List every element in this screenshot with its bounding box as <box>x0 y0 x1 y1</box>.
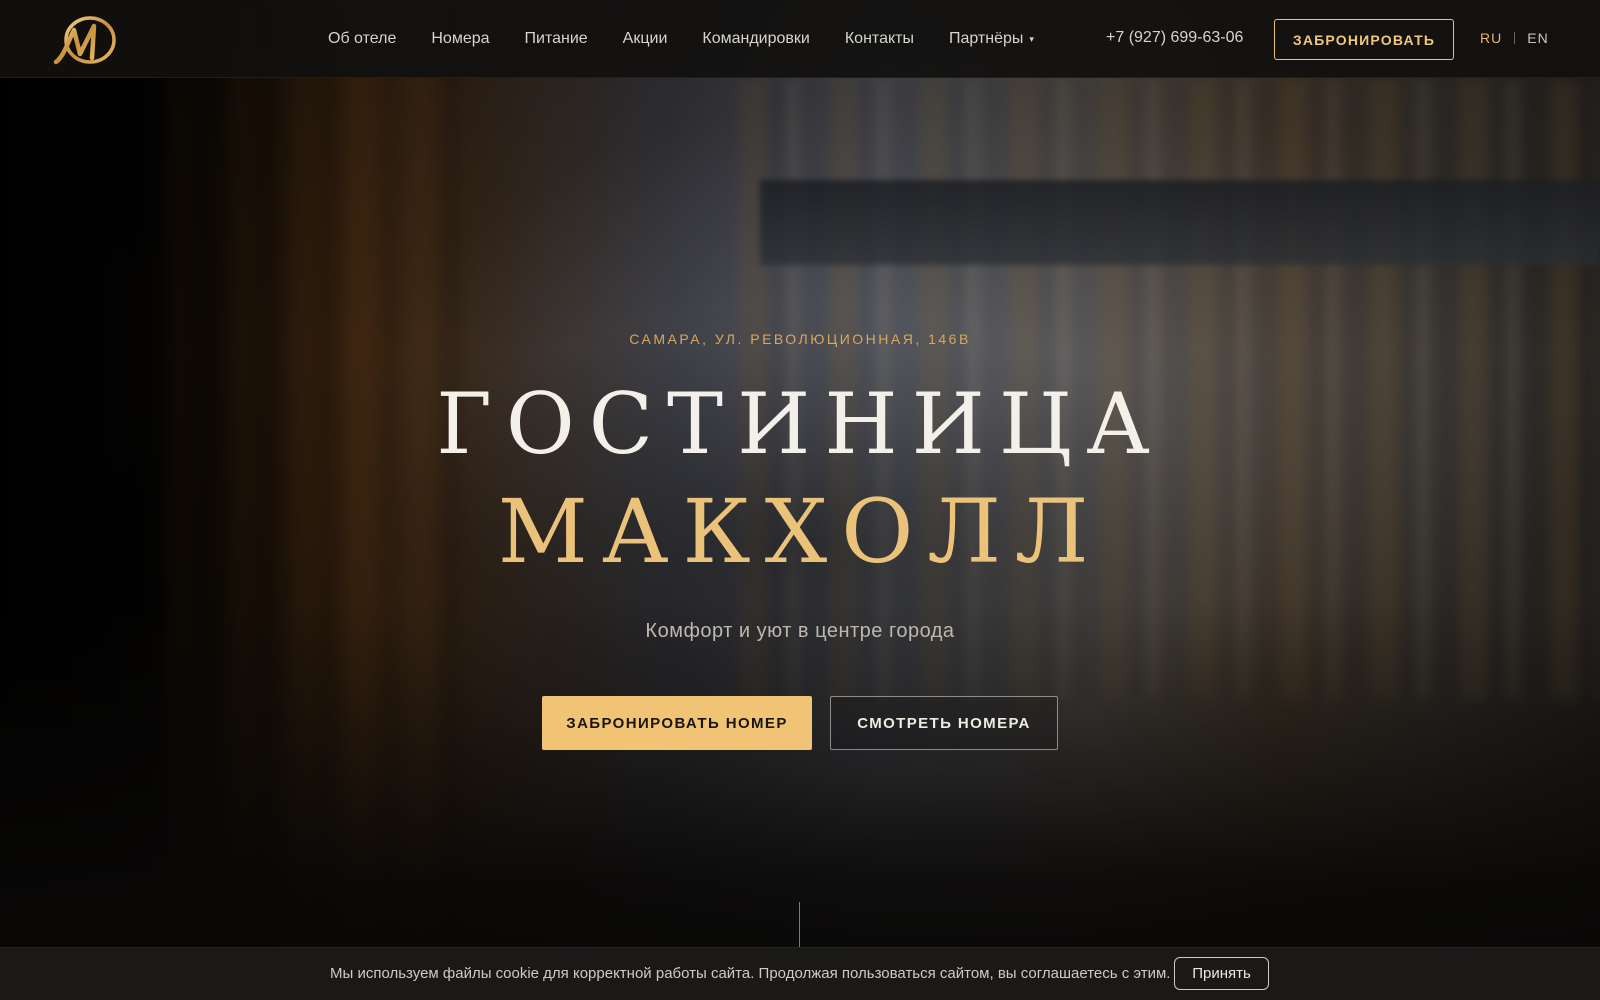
nav-label: Контакты <box>844 30 914 47</box>
lang-en-link[interactable]: EN <box>1527 30 1548 46</box>
nav-item-dining[interactable]: Питание <box>525 30 588 48</box>
hotel-monogram-logo[interactable] <box>50 12 120 68</box>
nav-label: Командировки <box>702 30 810 47</box>
chevron-down-icon: ▾ <box>1029 33 1034 44</box>
nav-label: Номера <box>431 30 490 47</box>
nav-label: Партнёры <box>948 30 1024 47</box>
nav-item-contacts[interactable]: Контакты <box>845 30 914 48</box>
hotel-address: САМАРА, УЛ. РЕВОЛЮЦИОННАЯ, 146В <box>629 331 971 347</box>
nav-label: Питание <box>524 30 588 47</box>
hero-title-line1: ГОСТИНИЦА <box>436 375 1164 473</box>
nav-label: Об отеле <box>328 30 397 47</box>
main-nav: Об отеле Номера Питание Акции Командиров… <box>328 0 1069 78</box>
nav-label: Акции <box>622 30 668 47</box>
nav-item-about[interactable]: Об отеле <box>328 30 396 48</box>
cookie-banner: Мы используем файлы cookie для корректно… <box>0 947 1600 1000</box>
cookie-accept-button[interactable]: Принять <box>1174 957 1269 990</box>
hero-tagline: Комфорт и уют в центре города <box>645 620 955 642</box>
cookie-text: Мы используем файлы cookie для корректно… <box>330 965 1171 982</box>
nav-item-offers[interactable]: Акции <box>623 30 668 48</box>
nav-item-partners[interactable]: Партнёры ▾ <box>949 30 1034 48</box>
language-switcher: RU EN <box>1480 30 1549 46</box>
nav-item-rooms[interactable]: Номера <box>431 30 489 48</box>
lang-ru-link[interactable]: RU <box>1480 30 1502 46</box>
scroll-indicator <box>799 902 800 948</box>
phone-link[interactable]: +7 (927) 699-63-06 <box>1106 29 1243 47</box>
lang-divider <box>1514 32 1516 44</box>
book-room-button[interactable]: ЗАБРОНИРОВАТЬ НОМЕР <box>542 696 812 750</box>
header-book-button[interactable]: ЗАБРОНИРОВАТЬ <box>1274 19 1454 60</box>
site-header: Об отеле Номера Питание Акции Командиров… <box>0 0 1600 78</box>
hero-title-line2: МАКХОЛЛ <box>497 480 1103 583</box>
view-rooms-button[interactable]: СМОТРЕТЬ НОМЕРА <box>830 696 1058 750</box>
nav-item-business-trips[interactable]: Командировки <box>702 30 809 48</box>
